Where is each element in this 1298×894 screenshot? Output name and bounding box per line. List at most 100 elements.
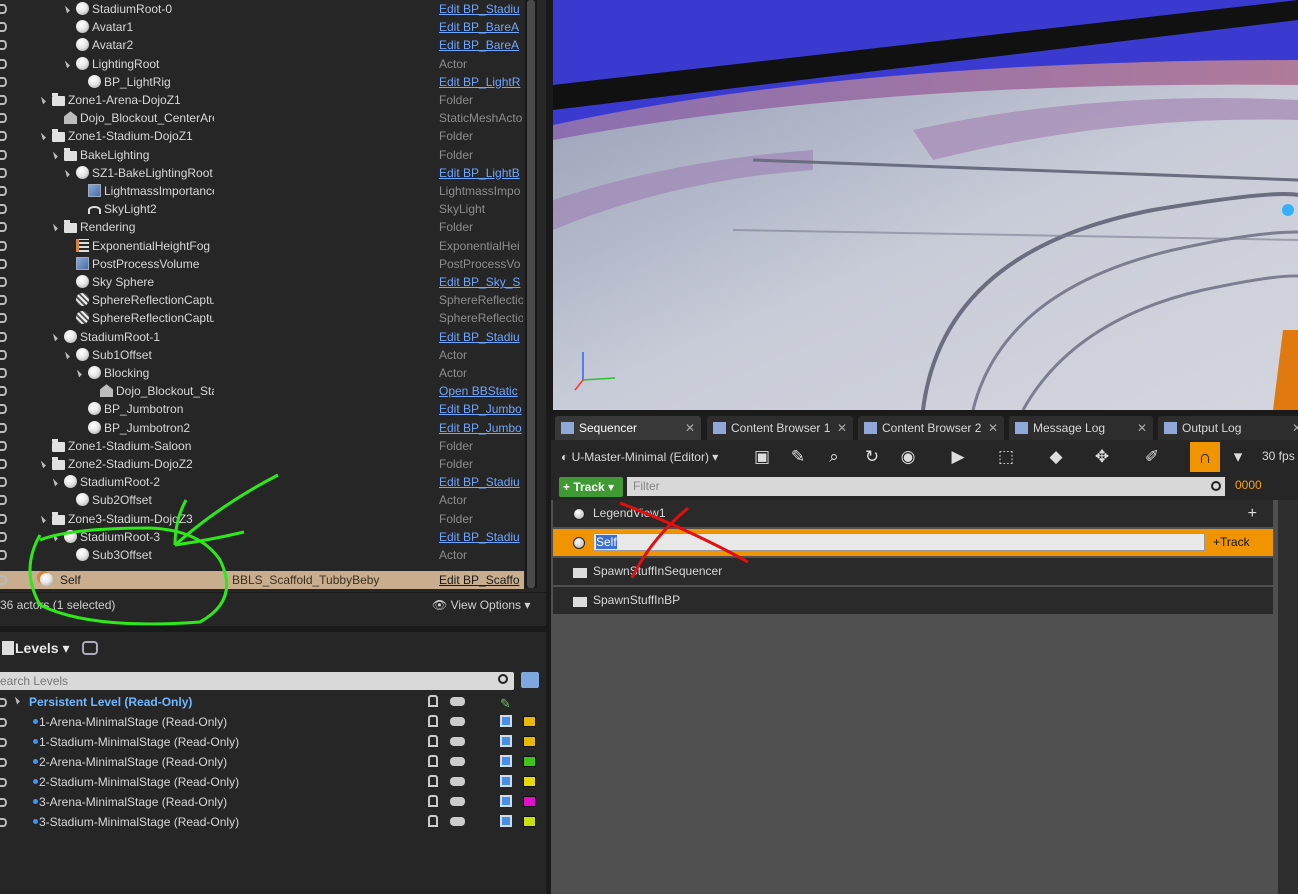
snap-magnet-icon[interactable]: ∩ [1190,442,1220,472]
outliner-row[interactable]: StadiumRoot-2 Edit BP_Stadiu [0,473,524,491]
visibility-eye-icon[interactable] [0,404,7,415]
visibility-eye-icon[interactable] [0,222,7,233]
level-viewport[interactable] [553,0,1298,410]
actor-type[interactable]: Edit BP_Stadiu [439,528,523,546]
outliner-row[interactable]: Zone1-Stadium-DojoZ1 Folder [0,127,524,145]
visibility-eye-icon[interactable] [0,240,7,251]
actor-type[interactable]: Edit BP_Stadiu [439,473,523,491]
track-row[interactable]: SpawnStuffInBP [553,587,1273,614]
sequencer-timeline-area[interactable] [1278,500,1298,894]
tab-content-browser-1[interactable]: Content Browser 1 ✕ [707,416,853,440]
close-icon[interactable]: ✕ [1292,416,1298,440]
levels-title-button[interactable]: Levels ▾ [15,632,70,664]
level-color-swatch[interactable] [523,756,536,767]
save-icon[interactable]: ▣ [751,447,773,467]
expand-arrow-icon[interactable] [12,696,20,705]
gamepad-icon[interactable] [450,777,465,786]
level-color-swatch[interactable] [523,716,536,727]
key-icon[interactable]: ◆ [1045,447,1067,467]
outliner-row[interactable]: SphereReflectionCaptur SphereReflectio [0,309,524,327]
tab-message-log[interactable]: Message Log ✕ [1009,416,1153,440]
close-icon[interactable]: ✕ [1137,416,1147,440]
lock-icon[interactable] [428,775,438,787]
visibility-eye-icon[interactable] [0,738,7,747]
outliner-row[interactable]: Avatar1 Edit BP_BareA [0,18,524,36]
visibility-eye-icon[interactable] [0,258,7,269]
visibility-eye-icon[interactable] [0,778,7,787]
outliner-row[interactable]: StadiumRoot-1 Edit BP_Stadiu [0,328,524,346]
visibility-eye-icon[interactable] [0,698,7,707]
outliner-row[interactable]: StadiumRoot-3 Edit BP_Stadiu [0,528,524,546]
expand-arrow-icon[interactable] [50,224,58,232]
close-icon[interactable]: ✕ [837,416,847,440]
outliner-row[interactable]: BP_LightRig Edit BP_LightR [0,73,524,91]
save-icon[interactable] [500,815,512,827]
visibility-eye-icon[interactable] [0,331,7,342]
outliner-row[interactable]: Zone3-Stadium-DojoZ3 Folder [0,510,524,528]
visibility-eye-icon[interactable] [0,131,7,142]
save-icon[interactable] [500,775,512,787]
outliner-row[interactable]: Dojo_Blockout_CenterAren StaticMeshActo [0,109,524,127]
level-color-swatch[interactable] [523,796,536,807]
outliner-row[interactable]: Sub2Offset Actor [0,491,524,509]
outliner-row[interactable]: LightmassImportance LightmassImpo [0,182,524,200]
expand-arrow-icon[interactable] [50,478,58,487]
track-rename-input[interactable]: Self [593,533,1205,551]
selection-icon[interactable]: ⬚ [995,447,1017,467]
expand-arrow-icon[interactable] [62,5,70,14]
add-track-button[interactable]: +Track [1213,529,1250,556]
outliner-row[interactable]: LightingRoot Actor [0,55,524,73]
outliner-row[interactable]: Sub1Offset Actor [0,346,524,364]
visibility-eye-icon[interactable] [0,4,7,14]
expand-arrow-icon[interactable] [62,351,70,360]
lock-icon[interactable] [428,815,438,827]
visibility-eye-icon[interactable] [0,113,7,124]
visibility-eye-icon[interactable] [0,349,7,360]
track-row[interactable]: SpawnStuffInSequencer [553,558,1273,585]
pencil-icon[interactable]: ✎ [500,694,511,714]
level-color-swatch[interactable] [523,816,536,827]
save-icon[interactable] [500,795,512,807]
expand-arrow-icon[interactable] [62,60,70,68]
actor-type[interactable]: Open BBStatic [439,382,523,400]
visibility-eye-icon[interactable] [0,76,7,87]
lock-icon[interactable] [428,735,438,747]
visibility-eye-icon[interactable] [0,531,7,542]
outliner-row[interactable]: ExponentialHeightFog ExponentialHei [0,237,524,255]
visibility-eye-icon[interactable] [0,40,7,51]
level-color-swatch[interactable] [523,776,536,787]
level-row[interactable]: 1-Stadium-MinimalStage (Read-Only) [0,732,546,752]
levels-settings-icon[interactable] [82,641,98,655]
track-row[interactable]: LegendView1 + [553,500,1273,527]
visibility-eye-icon[interactable] [0,758,7,767]
gamepad-icon[interactable] [450,817,465,826]
level-color-swatch[interactable] [523,736,536,747]
outliner-row[interactable]: Zone1-Stadium-Saloon Folder [0,437,524,455]
actor-type[interactable]: Edit BP_Stadiu [439,328,523,346]
view-options-button[interactable]: 👁 View Options ▾ [432,593,530,617]
visibility-eye-icon[interactable] [0,58,7,69]
expand-arrow-icon[interactable] [50,333,58,341]
tab-sequencer[interactable]: Sequencer ✕ [555,416,701,440]
outliner-row-selected[interactable]: Self BBLS_Scaffold_TubbyBeby Edit BP_Scaff… [0,571,524,589]
actor-type[interactable]: Edit BP_LightR [439,73,523,91]
visibility-eye-icon[interactable] [0,295,7,306]
tab-content-browser-2[interactable]: Content Browser 2 ✕ [858,416,1004,440]
gamepad-icon[interactable] [450,697,465,706]
expand-arrow-icon[interactable] [38,133,46,141]
add-icon[interactable]: + [1248,500,1257,527]
expand-arrow-icon[interactable] [38,96,46,105]
actor-type[interactable]: Edit BP_BareA [439,36,523,54]
search-icon[interactable] [498,674,508,684]
level-row[interactable]: 2-Stadium-MinimalStage (Read-Only) [0,772,546,792]
visibility-eye-icon[interactable] [0,550,7,560]
outliner-row[interactable]: BP_Jumbotron2 Edit BP_Jumbo [0,419,524,437]
visibility-eye-icon[interactable] [0,477,7,488]
level-row[interactable]: 3-Stadium-MinimalStage (Read-Only) [0,812,546,832]
lock-icon[interactable] [428,795,438,807]
visibility-eye-icon[interactable] [0,149,7,160]
outliner-row[interactable]: BakeLighting Folder [0,146,524,164]
lock-icon[interactable] [428,755,438,767]
outliner-row[interactable]: Avatar2 Edit BP_BareA [0,36,524,54]
levels-search-input[interactable]: earch Levels [0,672,514,690]
